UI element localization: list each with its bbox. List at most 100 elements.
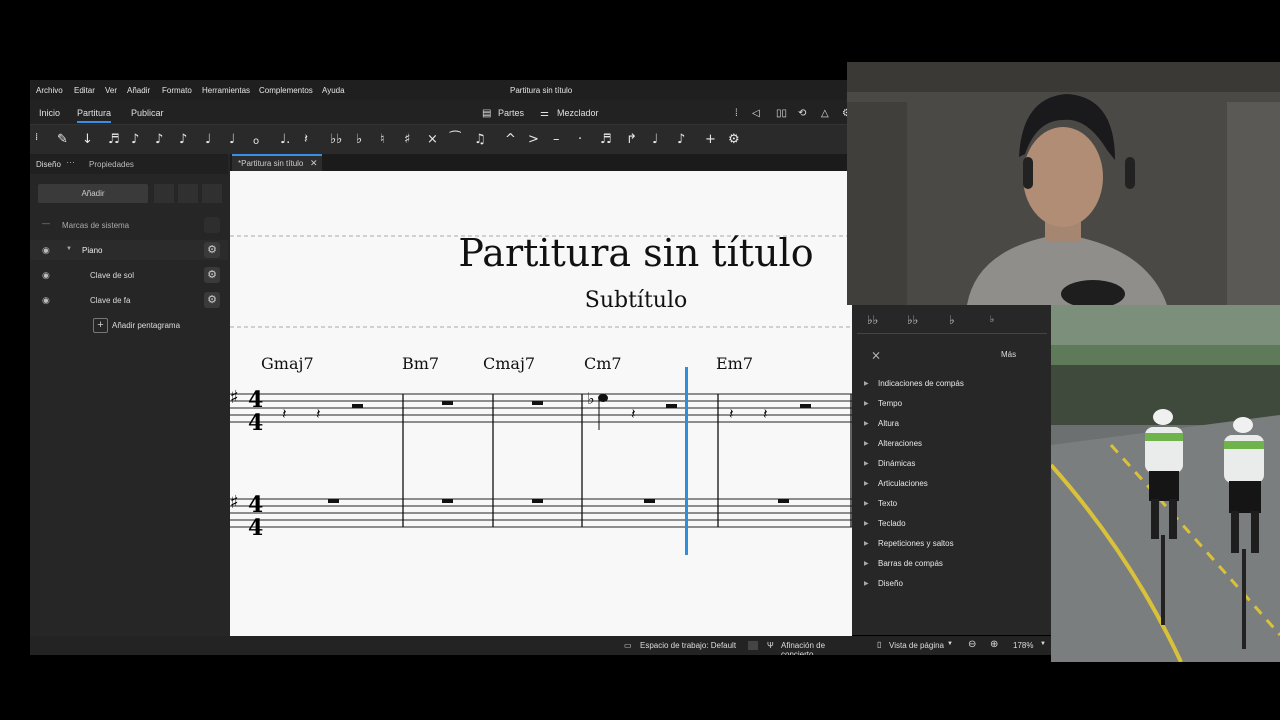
mixer-button[interactable]: Mezclador <box>557 108 599 118</box>
system-marks-row[interactable]: — Marcas de sistema <box>30 215 228 235</box>
menu-editar[interactable]: Editar <box>74 86 95 95</box>
score-canvas[interactable]: Partitura sin título Subtítulo Gmaj7 Bm7… <box>230 171 852 636</box>
accent-icon[interactable]: > <box>528 132 539 147</box>
parts-icon[interactable]: ▤ <box>482 108 491 119</box>
gear-icon[interactable]: ⚙ <box>204 292 220 308</box>
page-view-select[interactable]: Vista de página <box>889 641 944 650</box>
zoom-level[interactable]: 178% <box>1013 641 1033 650</box>
palette-section[interactable]: Barras de compás <box>878 559 943 568</box>
delete-button[interactable] <box>202 184 222 203</box>
64th-note-icon[interactable]: ♬ <box>108 132 120 147</box>
parts-button[interactable]: Partes <box>498 108 524 118</box>
staccato-icon[interactable]: · <box>578 132 582 147</box>
concert-pitch-label[interactable]: Afinación de concierto <box>781 641 852 655</box>
move-up-button[interactable] <box>154 184 174 203</box>
document-tab[interactable]: *Partitura sin título ✕ <box>232 154 322 171</box>
tie-icon[interactable]: ⁀ <box>450 132 460 147</box>
palette-section[interactable]: Alteraciones <box>878 439 922 448</box>
palette-section[interactable]: Tempo <box>878 399 902 408</box>
gear-icon[interactable]: ⚙ <box>204 242 220 258</box>
menu-ver[interactable]: Ver <box>105 86 117 95</box>
staff-row-bass[interactable]: ◉ Clave de fa ⚙ <box>30 290 228 310</box>
add-staff-row[interactable]: + Añadir pentagrama <box>30 315 228 335</box>
add-staff-label[interactable]: Añadir pentagrama <box>112 321 180 330</box>
zoom-in-icon[interactable]: ⊕ <box>990 639 998 650</box>
grip-icon[interactable]: ⁞ <box>35 132 38 143</box>
32nd-note-icon[interactable]: ♪ <box>131 132 139 147</box>
score-page[interactable]: Partitura sin título Subtítulo Gmaj7 Bm7… <box>230 171 852 636</box>
palette-section[interactable]: Repeticiones y saltos <box>878 539 954 548</box>
staff-row-treble[interactable]: ◉ Clave de sol ⚙ <box>30 265 228 285</box>
workspace-icon[interactable]: ▭ <box>624 641 632 650</box>
marcato-icon[interactable]: ^ <box>505 132 516 147</box>
pencil-icon[interactable]: ✎ <box>57 132 68 147</box>
metronome-icon[interactable]: △ <box>821 108 829 119</box>
tab-diseno[interactable]: Diseño <box>36 160 61 169</box>
menu-complementos[interactable]: Complementos <box>259 86 313 95</box>
eighth-note-icon[interactable]: ♪ <box>179 132 187 147</box>
16th-note-icon[interactable]: ♪ <box>155 132 163 147</box>
expand-arrow-icon[interactable]: ▼ <box>66 246 72 252</box>
menu-ayuda[interactable]: Ayuda <box>322 86 345 95</box>
double-flat-icon[interactable]: ♭♭ <box>330 132 342 147</box>
move-down-button[interactable] <box>178 184 198 203</box>
eye-icon[interactable]: ◉ <box>42 270 50 281</box>
chevron-down-icon[interactable]: ▼ <box>947 641 953 647</box>
double-sharp-icon[interactable]: × <box>427 132 438 147</box>
flat-icon[interactable]: ♭ <box>356 132 362 147</box>
cancel-icon[interactable]: ⨯ <box>871 348 881 362</box>
settings-icon[interactable]: ⚙ <box>728 132 740 147</box>
chevron-down-icon[interactable]: ▼ <box>1040 641 1046 647</box>
accidentals-palette-cells[interactable]: ♭♭ ♭♭ ♭ ♭ <box>857 311 1047 334</box>
palette-section[interactable]: Texto <box>878 499 897 508</box>
eye-icon[interactable]: ◉ <box>42 295 50 306</box>
tab-publicar[interactable]: Publicar <box>131 108 164 118</box>
loop-icon[interactable]: ⟲ <box>798 108 806 119</box>
sharp-icon[interactable]: ♯ <box>404 132 410 147</box>
palette-section[interactable]: Teclado <box>878 519 906 528</box>
add-icon[interactable]: + <box>705 132 716 147</box>
palette-section[interactable]: Dinámicas <box>878 459 915 468</box>
menu-formato[interactable]: Formato <box>162 86 192 95</box>
slur-icon[interactable]: ♫ <box>474 132 486 147</box>
plus-icon[interactable]: + <box>93 318 108 333</box>
tenuto-icon[interactable]: – <box>553 132 560 147</box>
palette-section[interactable]: Diseño <box>878 579 903 588</box>
close-icon[interactable]: ✕ <box>310 158 318 169</box>
page-view-icon[interactable]: ▯ <box>877 640 881 649</box>
play-icon[interactable]: ▯▯ <box>776 108 787 119</box>
palette-section[interactable]: Altura <box>878 419 899 428</box>
natural-icon[interactable]: ♮ <box>380 132 385 147</box>
more-icon[interactable]: ··· <box>66 157 75 167</box>
gear-icon[interactable]: ⚙ <box>204 267 220 283</box>
eye-icon[interactable]: ◉ <box>42 245 50 256</box>
zoom-out-icon[interactable]: ⊖ <box>968 639 976 650</box>
voice-1-icon[interactable]: ♩ <box>652 132 658 147</box>
menu-anadir[interactable]: Añadir <box>127 86 150 95</box>
tab-partitura[interactable]: Partitura <box>77 108 112 123</box>
quarter-note-icon[interactable]: ♩ <box>205 132 211 147</box>
dot-icon[interactable]: ♩. <box>280 132 290 147</box>
voice-2-icon[interactable]: ♪ <box>677 132 685 147</box>
mixer-icon[interactable]: ⚌ <box>540 108 549 119</box>
add-button[interactable]: Añadir <box>38 184 148 203</box>
menu-archivo[interactable]: Archivo <box>36 86 63 95</box>
tab-propiedades[interactable]: Propiedades <box>89 160 134 169</box>
whole-note-icon[interactable]: o <box>253 136 259 147</box>
palette-section[interactable]: Articulaciones <box>878 479 928 488</box>
menu-herramientas[interactable]: Herramientas <box>202 86 250 95</box>
more-button[interactable]: Más <box>1001 350 1016 359</box>
pin-icon[interactable]: ↓ <box>82 132 93 147</box>
tab-inicio[interactable]: Inicio <box>39 108 60 118</box>
concert-pitch-checkbox[interactable] <box>748 641 758 650</box>
palette-section[interactable]: Indicaciones de compás <box>878 379 964 388</box>
tuplet-icon[interactable]: ♬ <box>600 132 612 147</box>
rest-icon[interactable]: 𝄽 <box>304 132 308 147</box>
grip-icon[interactable]: ⁞ <box>735 108 738 119</box>
instrument-row-piano[interactable]: ◉ ▼ Piano ⚙ <box>30 240 228 260</box>
system-marks-settings[interactable] <box>204 217 220 233</box>
workspace-label[interactable]: Espacio de trabajo: Default <box>640 641 736 650</box>
half-note-icon[interactable]: ♩ <box>229 132 235 147</box>
flip-icon[interactable]: ↱ <box>626 132 637 147</box>
rewind-icon[interactable]: ◁ <box>752 108 760 119</box>
